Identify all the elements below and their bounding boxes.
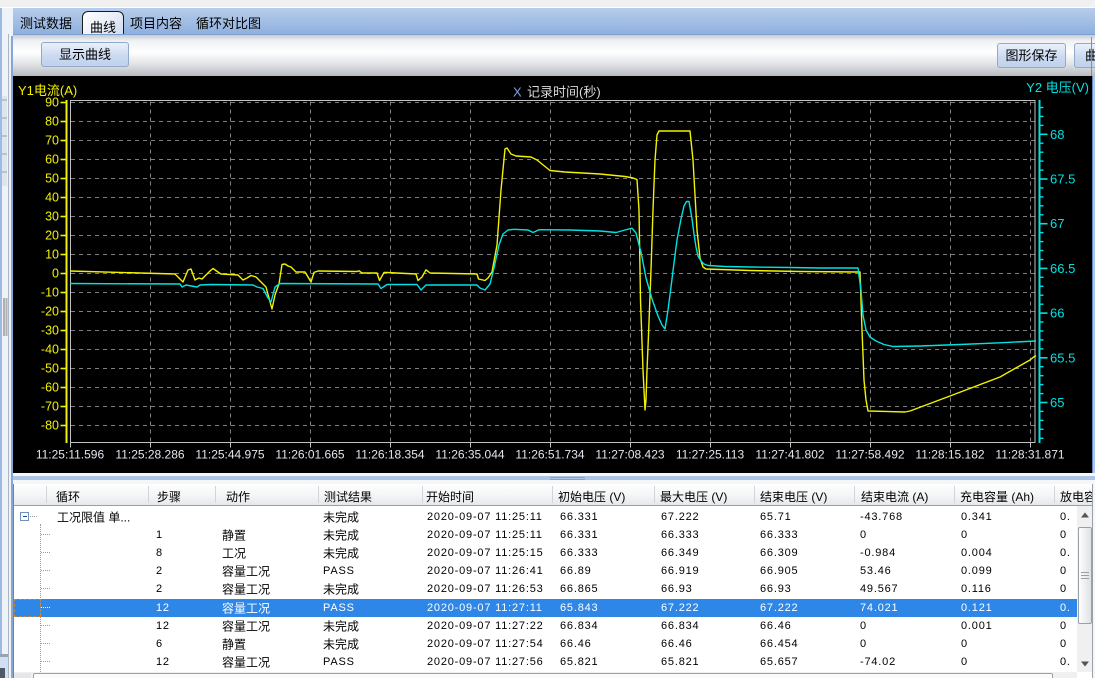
svg-text:记录时间(秒): 记录时间(秒) bbox=[527, 85, 601, 100]
svg-text:-40: -40 bbox=[41, 343, 59, 357]
svg-text:11:28:31.871: 11:28:31.871 bbox=[995, 448, 1065, 462]
svg-text:11:25:44.975: 11:25:44.975 bbox=[195, 448, 265, 462]
svg-text:67: 67 bbox=[1050, 216, 1064, 231]
svg-text:-20: -20 bbox=[41, 305, 59, 319]
svg-text:50: 50 bbox=[45, 172, 59, 186]
svg-text:11:26:18.354: 11:26:18.354 bbox=[355, 448, 425, 462]
svg-text:80: 80 bbox=[45, 115, 59, 129]
svg-text:-60: -60 bbox=[41, 381, 59, 395]
svg-text:66: 66 bbox=[1050, 306, 1064, 321]
svg-text:70: 70 bbox=[45, 134, 59, 148]
svg-text:67.5: 67.5 bbox=[1050, 172, 1075, 187]
svg-text:11:27:41.802: 11:27:41.802 bbox=[755, 448, 825, 462]
svg-text:0: 0 bbox=[52, 267, 59, 281]
svg-text:11:26:01.665: 11:26:01.665 bbox=[275, 448, 345, 462]
svg-text:11:25:11.596: 11:25:11.596 bbox=[36, 448, 105, 462]
svg-text:68: 68 bbox=[1050, 127, 1064, 142]
svg-text:11:25:28.286: 11:25:28.286 bbox=[115, 448, 185, 462]
svg-text:-10: -10 bbox=[41, 286, 59, 300]
svg-text:60: 60 bbox=[45, 153, 59, 167]
svg-text:11:27:58.492: 11:27:58.492 bbox=[835, 448, 905, 462]
svg-text:-30: -30 bbox=[41, 324, 59, 338]
svg-text:66.5: 66.5 bbox=[1050, 261, 1075, 276]
svg-text:65.5: 65.5 bbox=[1050, 350, 1075, 365]
svg-text:Y2 电压(V): Y2 电压(V) bbox=[1026, 80, 1089, 95]
svg-text:65: 65 bbox=[1050, 395, 1064, 410]
svg-text:20: 20 bbox=[45, 229, 59, 243]
svg-text:11:27:08.423: 11:27:08.423 bbox=[595, 448, 665, 462]
svg-text:11:28:15.182: 11:28:15.182 bbox=[915, 448, 985, 462]
svg-text:11:27:25.113: 11:27:25.113 bbox=[676, 448, 745, 462]
svg-text:X: X bbox=[513, 85, 522, 100]
svg-text:-80: -80 bbox=[41, 419, 59, 433]
svg-text:40: 40 bbox=[45, 191, 59, 205]
svg-text:30: 30 bbox=[45, 210, 59, 224]
svg-text:11:26:35.044: 11:26:35.044 bbox=[435, 448, 505, 462]
svg-text:10: 10 bbox=[45, 248, 59, 262]
svg-text:Y1电流(A): Y1电流(A) bbox=[18, 83, 77, 98]
svg-text:-70: -70 bbox=[41, 400, 59, 414]
svg-text:11:26:51.734: 11:26:51.734 bbox=[515, 448, 585, 462]
svg-text:-50: -50 bbox=[41, 362, 59, 376]
